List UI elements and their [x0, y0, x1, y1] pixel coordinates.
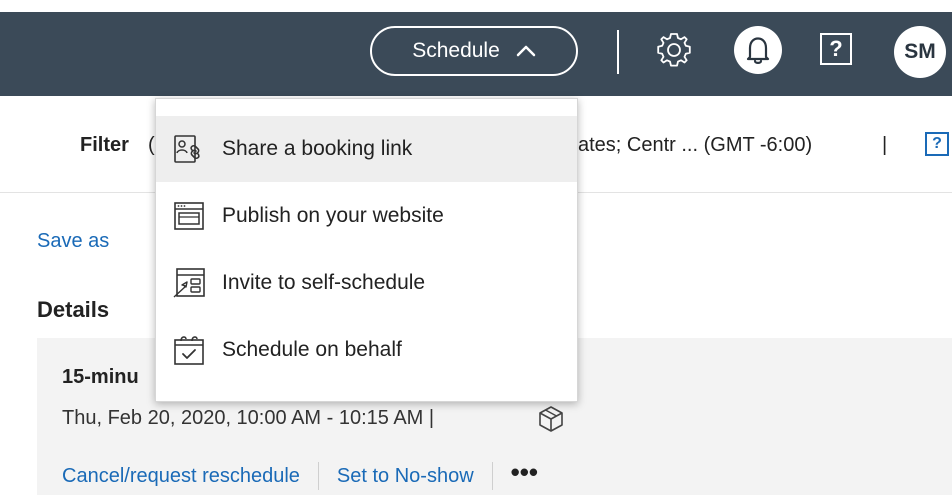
menu-item-label: Invite to self-schedule: [222, 271, 426, 294]
user-avatar[interactable]: SM: [894, 26, 946, 78]
package-icon: [539, 406, 563, 432]
schedule-button-label: Schedule: [412, 39, 500, 62]
website-icon: [174, 202, 204, 230]
chevron-up-icon: [516, 45, 536, 57]
filter-label[interactable]: Filter: [80, 134, 129, 157]
help-question-icon: ?: [829, 36, 843, 61]
action-divider: [491, 462, 493, 490]
schedule-dropdown-button[interactable]: Schedule: [370, 26, 578, 76]
menu-item-label: Share a booking link: [222, 137, 413, 160]
filter-help-question-icon: ?: [932, 135, 942, 152]
topbar-divider: [617, 30, 619, 74]
cancel-reschedule-link[interactable]: Cancel/request reschedule: [62, 465, 300, 488]
menu-item-invite-self-schedule[interactable]: Invite to self-schedule: [156, 250, 577, 316]
menu-item-share-booking-link[interactable]: Share a booking link: [156, 116, 577, 182]
menu-item-schedule-on-behalf[interactable]: Schedule on behalf: [156, 317, 577, 383]
filter-timezone-text[interactable]: ates; Centr ... (GMT -6:00): [578, 134, 812, 157]
appointment-actions: Cancel/request reschedule Set to No-show…: [62, 459, 538, 490]
details-heading: Details: [37, 297, 110, 322]
avatar-initials: SM: [904, 40, 936, 63]
action-divider: [317, 462, 319, 490]
filter-paren: (: [148, 134, 155, 156]
share-link-icon: [174, 135, 200, 163]
menu-item-publish-website[interactable]: Publish on your website: [156, 183, 577, 249]
more-options-button[interactable]: •••: [511, 459, 538, 485]
schedule-dropdown-menu: Share a booking link Publish on your web…: [155, 98, 578, 402]
gear-icon[interactable]: [654, 30, 694, 70]
menu-item-label: Schedule on behalf: [222, 338, 402, 361]
notifications-bell-button[interactable]: [734, 26, 782, 74]
bell-icon: [746, 37, 770, 64]
menu-item-label: Publish on your website: [222, 204, 444, 227]
filter-separator: |: [882, 134, 888, 156]
top-strip: [0, 0, 952, 12]
help-button[interactable]: ?: [820, 33, 852, 65]
appointment-title[interactable]: 15-minu: [62, 366, 139, 389]
calendar-check-icon: [174, 336, 204, 365]
set-no-show-link[interactable]: Set to No-show: [337, 465, 474, 488]
save-as-link[interactable]: Save as: [37, 230, 109, 253]
filter-help-button[interactable]: ?: [925, 132, 949, 156]
invite-icon: [173, 268, 205, 298]
appointment-time: Thu, Feb 20, 2020, 10:00 AM - 10:15 AM |: [62, 407, 435, 429]
